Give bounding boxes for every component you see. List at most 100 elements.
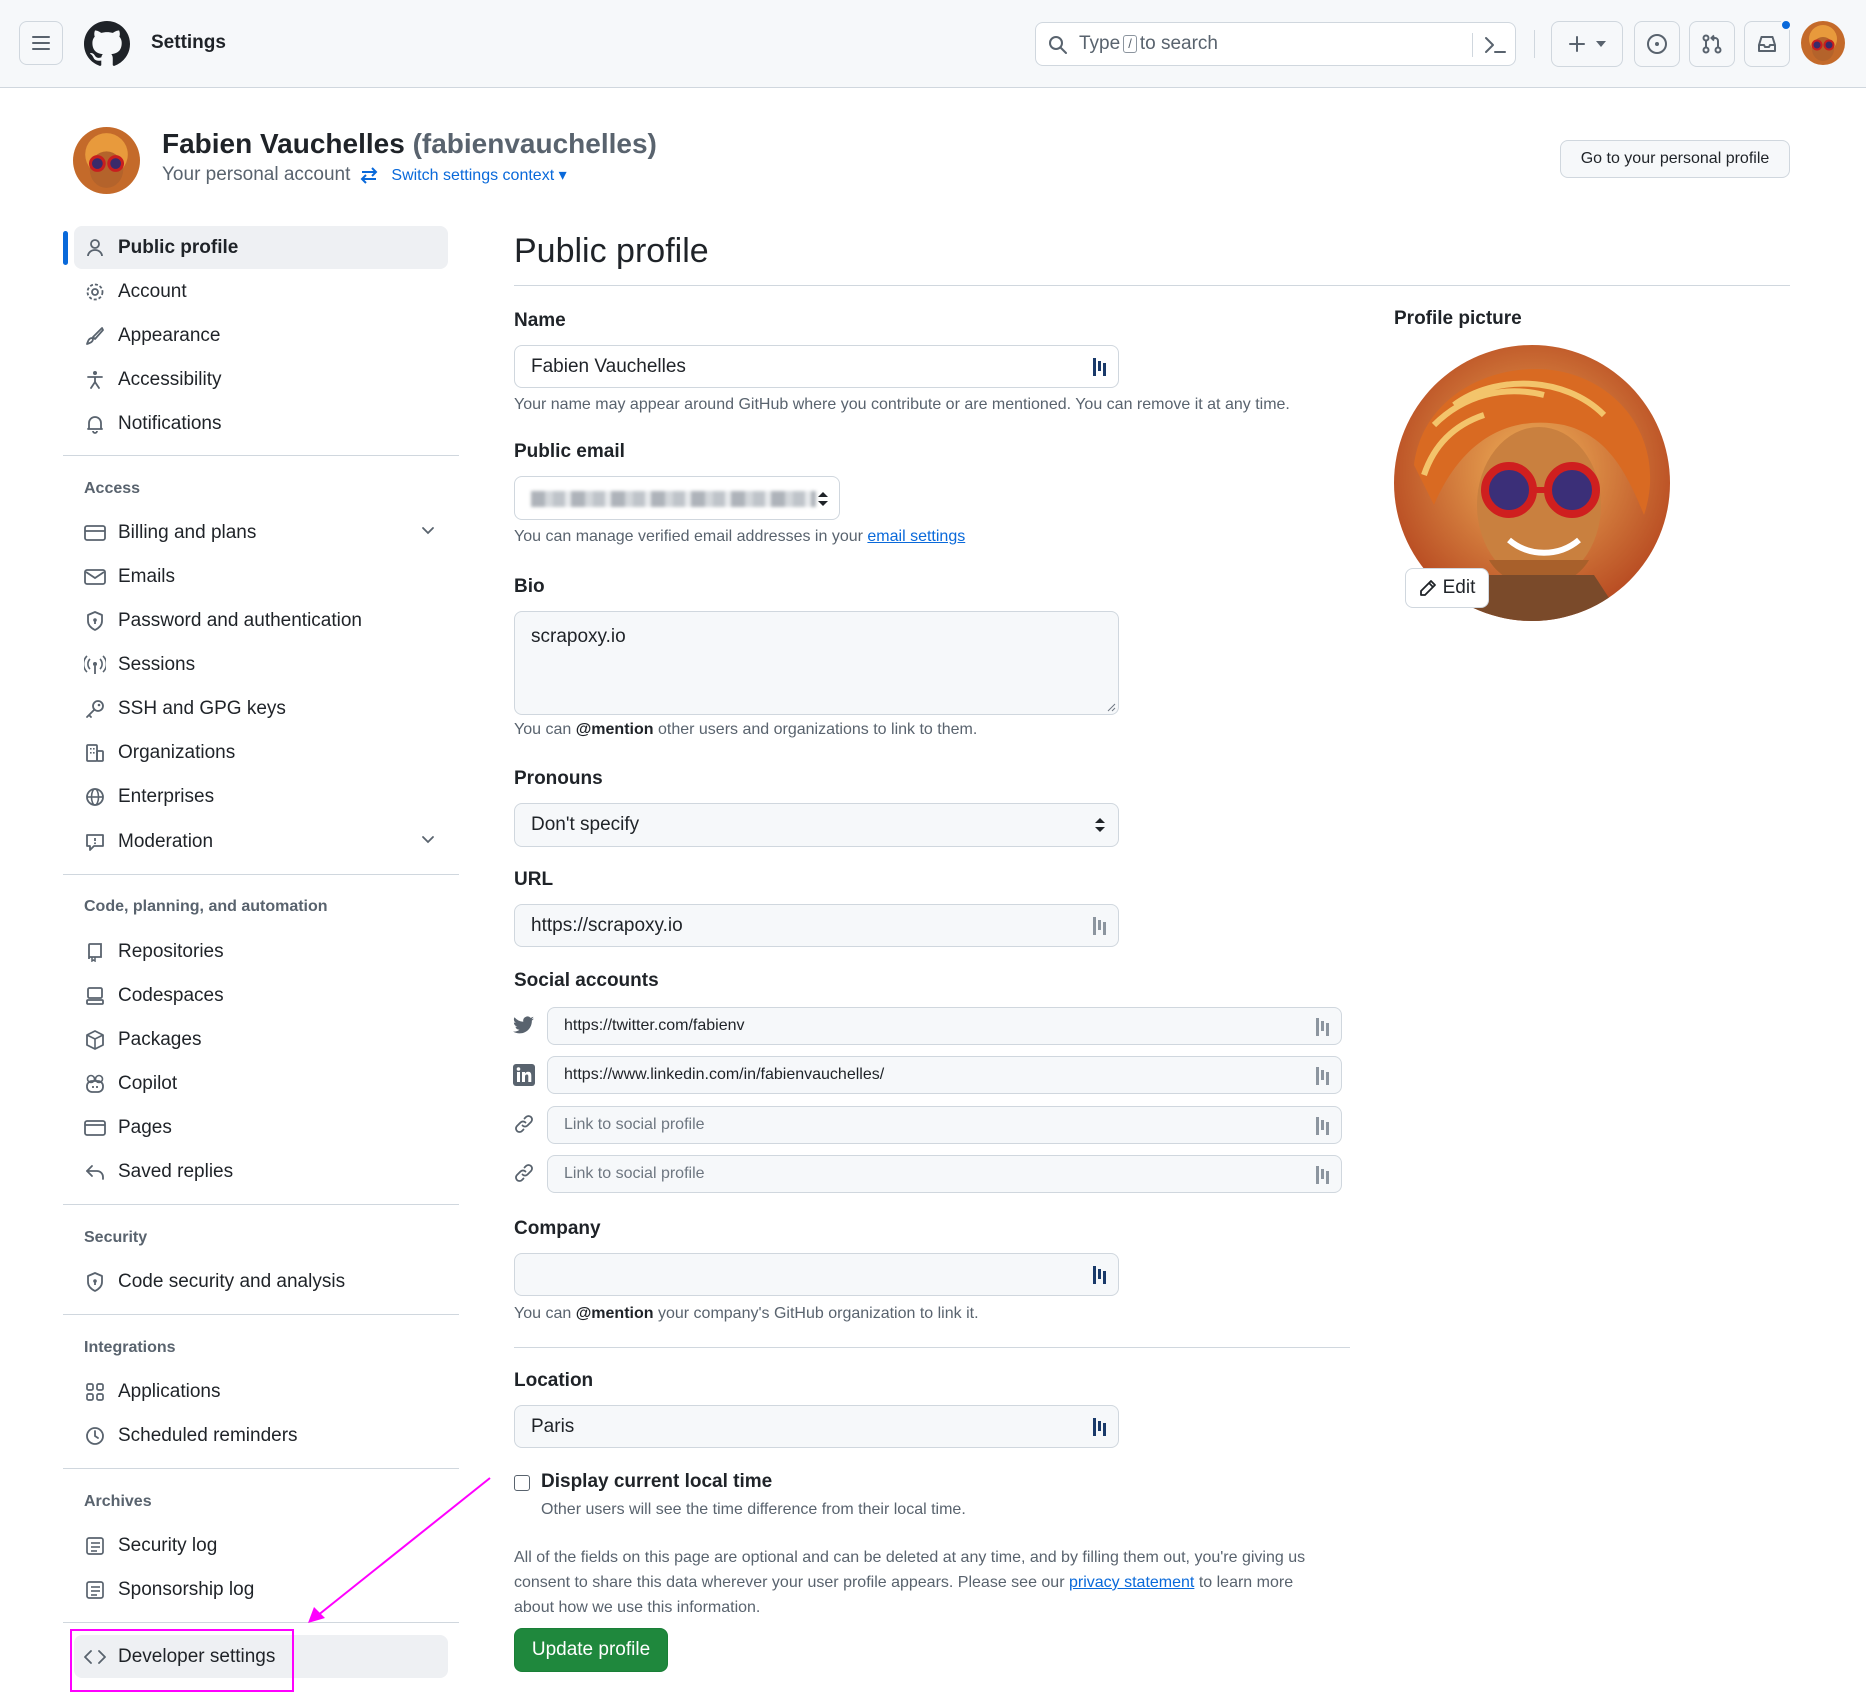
sidebar-item-code-security[interactable]: Code security and analysis <box>74 1260 448 1303</box>
sidebar-item-public-profile[interactable]: Public profile <box>74 226 448 269</box>
pronouns-select[interactable]: Don't specify <box>514 803 1119 847</box>
linkedin-icon <box>512 1063 536 1087</box>
sidebar-item-ssh-gpg[interactable]: SSH and GPG keys <box>74 687 448 730</box>
command-palette-icon[interactable] <box>1483 34 1507 56</box>
pull-requests-button[interactable] <box>1689 21 1735 67</box>
sidebar-item-accessibility[interactable]: Accessibility <box>74 358 448 401</box>
title-divider <box>514 285 1790 286</box>
sidebar-item-saved-replies[interactable]: Saved replies <box>74 1150 448 1193</box>
package-icon <box>84 1029 106 1051</box>
create-new-button[interactable] <box>1551 21 1623 67</box>
person-icon <box>84 237 106 259</box>
local-time-checkbox[interactable] <box>514 1475 530 1491</box>
issue-opened-icon <box>1647 34 1667 54</box>
edit-picture-button[interactable]: Edit <box>1405 568 1489 608</box>
user-avatar[interactable] <box>1801 21 1845 65</box>
local-time-hint: Other users will see the time difference… <box>541 1501 966 1518</box>
nav-selected-indicator <box>63 231 68 265</box>
key-icon <box>84 698 106 720</box>
global-header: Settings Type / to search <box>0 0 1866 88</box>
sidebar-item-organizations[interactable]: Organizations <box>74 731 448 774</box>
sidebar-item-password[interactable]: Password and authentication <box>74 599 448 642</box>
broadcast-icon <box>84 654 106 676</box>
chevron-down-icon[interactable] <box>420 832 436 848</box>
name-field[interactable]: Fabien Vauchelles <box>514 345 1119 388</box>
privacy-statement-link[interactable]: privacy statement <box>1069 1574 1194 1591</box>
credit-card-icon <box>84 522 106 544</box>
resize-handle-icon[interactable] <box>1106 702 1116 712</box>
twitter-icon <box>512 1013 536 1037</box>
codespaces-icon <box>84 985 106 1007</box>
sidebar-item-billing[interactable]: Billing and plans <box>74 511 448 554</box>
page-context-title[interactable]: Settings <box>151 32 226 54</box>
password-manager-icon[interactable] <box>1315 1115 1331 1137</box>
search-divider <box>1472 33 1473 57</box>
sidebar-item-sessions[interactable]: Sessions <box>74 643 448 686</box>
sidebar-item-scheduled-reminders[interactable]: Scheduled reminders <box>74 1414 448 1457</box>
log-icon <box>84 1579 106 1601</box>
sidebar-item-enterprises[interactable]: Enterprises <box>74 775 448 818</box>
social-account-field[interactable]: Link to social profile <box>547 1155 1342 1193</box>
company-label: Company <box>514 1218 601 1239</box>
sidebar-divider <box>63 1314 459 1315</box>
sidebar-item-notifications[interactable]: Notifications <box>74 402 448 445</box>
password-manager-icon[interactable] <box>1092 356 1108 378</box>
sidebar-item-repositories[interactable]: Repositories <box>74 930 448 973</box>
menu-button[interactable] <box>19 21 63 65</box>
notification-indicator <box>1780 19 1792 31</box>
password-manager-icon[interactable] <box>1092 915 1108 937</box>
link-icon <box>512 1161 536 1185</box>
sidebar-item-applications[interactable]: Applications <box>74 1370 448 1413</box>
password-manager-icon[interactable] <box>1315 1164 1331 1186</box>
chevron-down-icon[interactable] <box>420 523 436 539</box>
update-profile-button[interactable]: Update profile <box>514 1628 668 1672</box>
search-icon <box>1049 36 1067 54</box>
github-logo-icon[interactable] <box>84 21 130 67</box>
account-display-name: Fabien Vauchelles <box>162 128 405 159</box>
password-manager-icon[interactable] <box>1092 1264 1108 1286</box>
local-time-label[interactable]: Display current local time <box>541 1471 772 1493</box>
sidebar-item-moderation[interactable]: Moderation <box>74 820 448 863</box>
social-account-field[interactable]: https://twitter.com/fabienv <box>547 1007 1342 1045</box>
page-title: Public profile <box>514 232 709 270</box>
sidebar-item-pages[interactable]: Pages <box>74 1106 448 1149</box>
sidebar-item-packages[interactable]: Packages <box>74 1018 448 1061</box>
organization-icon <box>84 742 106 764</box>
password-manager-icon[interactable] <box>1315 1065 1331 1087</box>
switch-context-link[interactable]: Switch settings context ▾ <box>391 165 566 185</box>
accessibility-icon <box>84 369 106 391</box>
location-field[interactable]: Paris <box>514 1405 1119 1448</box>
bio-textarea[interactable]: scrapoxy.io <box>514 611 1119 715</box>
select-arrows-icon <box>1095 818 1105 832</box>
bell-icon <box>84 413 106 435</box>
sidebar-item-codespaces[interactable]: Codespaces <box>74 974 448 1017</box>
paintbrush-icon <box>84 325 106 347</box>
pencil-icon <box>1419 580 1436 596</box>
sidebar-item-appearance[interactable]: Appearance <box>74 314 448 357</box>
url-field[interactable]: https://scrapoxy.io <box>514 904 1119 947</box>
account-avatar <box>73 127 140 194</box>
copilot-icon <box>84 1073 106 1095</box>
email-hint: You can manage verified email addresses … <box>514 528 966 545</box>
report-icon <box>84 831 106 853</box>
social-account-field[interactable]: https://www.linkedin.com/in/fabienvauche… <box>547 1056 1342 1094</box>
sidebar-divider <box>63 1468 459 1469</box>
search-input[interactable]: Type / to search <box>1035 22 1516 66</box>
email-settings-link[interactable]: email settings <box>867 528 965 545</box>
public-email-select[interactable] <box>514 476 840 520</box>
issues-button[interactable] <box>1634 21 1680 67</box>
sidebar-item-copilot[interactable]: Copilot <box>74 1062 448 1105</box>
company-field[interactable] <box>514 1253 1119 1296</box>
sidebar-item-emails[interactable]: Emails <box>74 555 448 598</box>
log-icon <box>84 1535 106 1557</box>
repo-icon <box>84 941 106 963</box>
account-username: (fabienvauchelles) <box>412 128 657 159</box>
sidebar-item-account[interactable]: Account <box>74 270 448 313</box>
social-account-field[interactable]: Link to social profile <box>547 1106 1342 1144</box>
password-manager-icon[interactable] <box>1315 1016 1331 1038</box>
link-icon <box>512 1112 536 1136</box>
go-to-profile-button[interactable]: Go to your personal profile <box>1560 140 1790 178</box>
location-label: Location <box>514 1370 594 1391</box>
password-manager-icon[interactable] <box>1092 1416 1108 1438</box>
globe-icon <box>84 786 106 808</box>
